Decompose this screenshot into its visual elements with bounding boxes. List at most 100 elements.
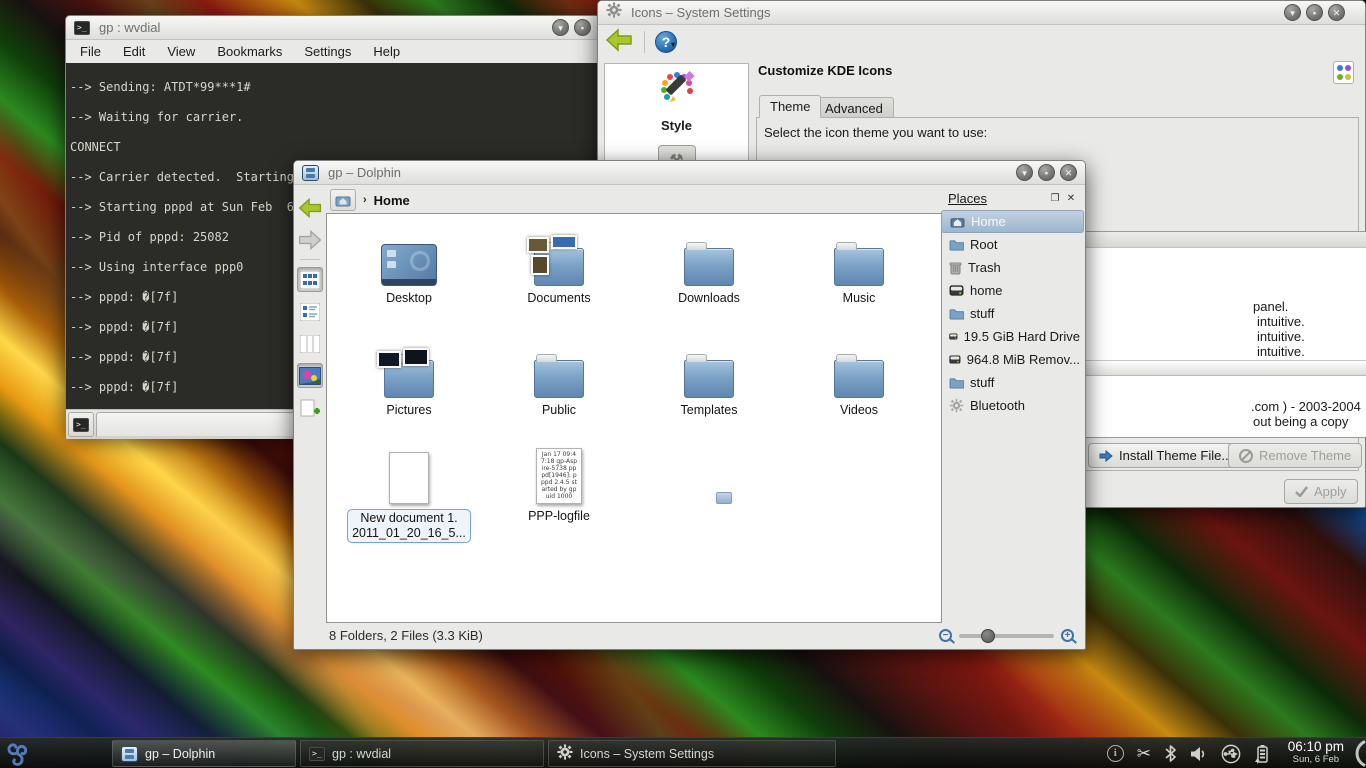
maximize-button[interactable]: ▪ <box>1306 4 1323 21</box>
install-theme-button[interactable]: Install Theme File... <box>1088 443 1243 468</box>
menu-view[interactable]: View <box>167 44 195 59</box>
taskbar-panel: gp – Dolphin >_ gp : wvdial Icons – Syst… <box>0 737 1366 768</box>
menu-edit[interactable]: Edit <box>123 44 145 59</box>
folder-view[interactable]: Desktop Documents Downloads Music Pictur… <box>326 213 942 623</box>
file-item-documents[interactable]: Documents <box>484 222 634 305</box>
split-icon <box>300 398 320 418</box>
konsole-icon: >_ <box>73 418 89 432</box>
icons-view-button[interactable] <box>297 267 323 292</box>
place-bluetooth[interactable]: Bluetooth <box>941 394 1084 417</box>
removable-drive-icon <box>949 353 961 366</box>
file-item-ppp-logfile[interactable]: Jan 17 09:47:18 gp-Asp ire-5738 pppd[194… <box>484 432 634 523</box>
place-stuff-1[interactable]: stuff <box>941 302 1084 325</box>
dolphin-icon <box>302 165 319 181</box>
close-panel-icon[interactable]: ✕ <box>1064 193 1078 204</box>
folder-icon <box>949 239 964 251</box>
maximize-button[interactable]: ▪ <box>1038 164 1055 181</box>
blank-document-icon <box>389 452 429 504</box>
tab-theme[interactable]: Theme <box>759 95 821 118</box>
home-icon <box>335 193 351 207</box>
hard-drive-icon <box>949 330 958 343</box>
back-button[interactable] <box>297 195 323 220</box>
folder-icon <box>834 248 884 286</box>
split-view-button[interactable] <box>297 395 323 420</box>
help-button[interactable]: ? ▾ <box>655 31 675 53</box>
details-view-icon <box>300 303 320 321</box>
folder-icon <box>534 360 584 398</box>
system-settings-titlebar[interactable]: Icons – System Settings ▾ ▪ ✕ <box>598 1 1365 25</box>
forward-icon <box>297 228 323 252</box>
close-button[interactable]: ✕ <box>1060 164 1077 181</box>
place-root[interactable]: Root <box>941 233 1084 256</box>
menu-settings[interactable]: Settings <box>304 44 351 59</box>
zoom-slider-knob[interactable] <box>981 629 995 643</box>
bluetooth-icon[interactable] <box>1164 744 1177 763</box>
file-item-pictures[interactable]: Pictures <box>334 334 484 417</box>
preview-button[interactable] <box>297 363 323 388</box>
minimize-button[interactable]: ▾ <box>1016 164 1033 181</box>
clock[interactable]: 06:10 pm Sun, 6 Feb <box>1288 738 1344 768</box>
file-item-public[interactable]: Public <box>484 334 634 417</box>
notifications-icon[interactable]: i <box>1107 745 1124 762</box>
place-home[interactable]: Home <box>941 210 1084 233</box>
remove-theme-button[interactable]: Remove Theme <box>1228 443 1362 468</box>
minimize-button[interactable]: ▾ <box>552 19 569 36</box>
breadcrumb-home[interactable]: Home <box>374 193 410 208</box>
battery-icon[interactable] <box>1254 744 1270 764</box>
maximize-button[interactable]: ▪ <box>574 19 591 36</box>
file-item-downloads[interactable]: Downloads <box>634 222 784 305</box>
menu-help[interactable]: Help <box>373 44 400 59</box>
task-wvdial[interactable]: >_ gp : wvdial <box>300 740 544 767</box>
zoom-out-icon[interactable]: − <box>939 629 952 642</box>
usb-device-icon[interactable] <box>1221 744 1241 764</box>
zoom-in-icon[interactable]: + <box>1061 629 1074 642</box>
new-tab-button[interactable]: >_ <box>68 412 94 437</box>
apply-button[interactable]: Apply <box>1284 479 1358 504</box>
klipper-icon[interactable]: ✂ <box>1137 744 1151 764</box>
menu-bookmarks[interactable]: Bookmarks <box>217 44 282 59</box>
file-item-music[interactable]: Music <box>784 222 934 305</box>
menu-file[interactable]: File <box>80 44 101 59</box>
launcher-icon[interactable] <box>3 739 32 768</box>
tab-advanced[interactable]: Advanced <box>814 97 894 118</box>
place-trash[interactable]: Trash <box>941 256 1084 279</box>
status-text: 8 Folders, 2 Files (3.3 KiB) <box>329 628 483 643</box>
file-item-videos[interactable]: Videos <box>784 334 934 417</box>
volume-icon[interactable] <box>1190 746 1208 762</box>
folder-icon <box>834 360 884 398</box>
task-dolphin[interactable]: gp – Dolphin <box>112 740 296 767</box>
place-home-drive[interactable]: home <box>941 279 1084 302</box>
style-icon <box>656 70 698 110</box>
file-item-templates[interactable]: Templates <box>634 334 784 417</box>
task-system-settings[interactable]: Icons – System Settings <box>548 740 836 767</box>
toolbar-separator <box>300 259 320 260</box>
file-item-new-document[interactable]: New document 1.2011_01_20_16_5... <box>334 432 484 543</box>
file-item-desktop[interactable]: Desktop <box>334 222 484 305</box>
minimize-button[interactable]: ▾ <box>1284 4 1301 21</box>
dolphin-titlebar[interactable]: gp – Dolphin ▾ ▪ ✕ <box>294 161 1085 185</box>
clock-time: 06:10 pm <box>1288 739 1344 755</box>
clock-date: Sun, 6 Feb <box>1288 755 1344 765</box>
zoom-slider[interactable] <box>959 634 1054 638</box>
sidebar-item-label: Style <box>605 118 748 133</box>
place-removable-media[interactable]: 964.8 MiB Remov... <box>941 348 1084 371</box>
back-icon <box>297 196 323 220</box>
forward-button[interactable] <box>297 227 323 252</box>
details-view-button[interactable] <box>297 299 323 324</box>
sidebar-item-style[interactable]: Style <box>605 64 748 133</box>
close-button[interactable]: ✕ <box>1328 4 1345 21</box>
terminal-titlebar[interactable]: >_ gp : wvdial ▾ ▪ <box>66 16 599 40</box>
place-stuff-2[interactable]: stuff <box>941 371 1084 394</box>
breadcrumb-home-button[interactable] <box>330 189 356 211</box>
panel-cashew-icon[interactable] <box>1344 740 1366 768</box>
home-icon <box>950 215 965 228</box>
folder-icon <box>684 248 734 286</box>
float-panel-icon[interactable]: ❐ <box>1048 193 1062 204</box>
overview-icon[interactable] <box>1333 61 1354 84</box>
toolbar-separator <box>644 31 645 53</box>
breadcrumb-separator: › <box>363 194 367 206</box>
desktop-folder-icon <box>381 244 437 286</box>
place-hard-drive[interactable]: 19.5 GiB Hard Drive <box>941 325 1084 348</box>
columns-view-button[interactable] <box>297 331 323 356</box>
back-button[interactable] <box>604 27 634 58</box>
